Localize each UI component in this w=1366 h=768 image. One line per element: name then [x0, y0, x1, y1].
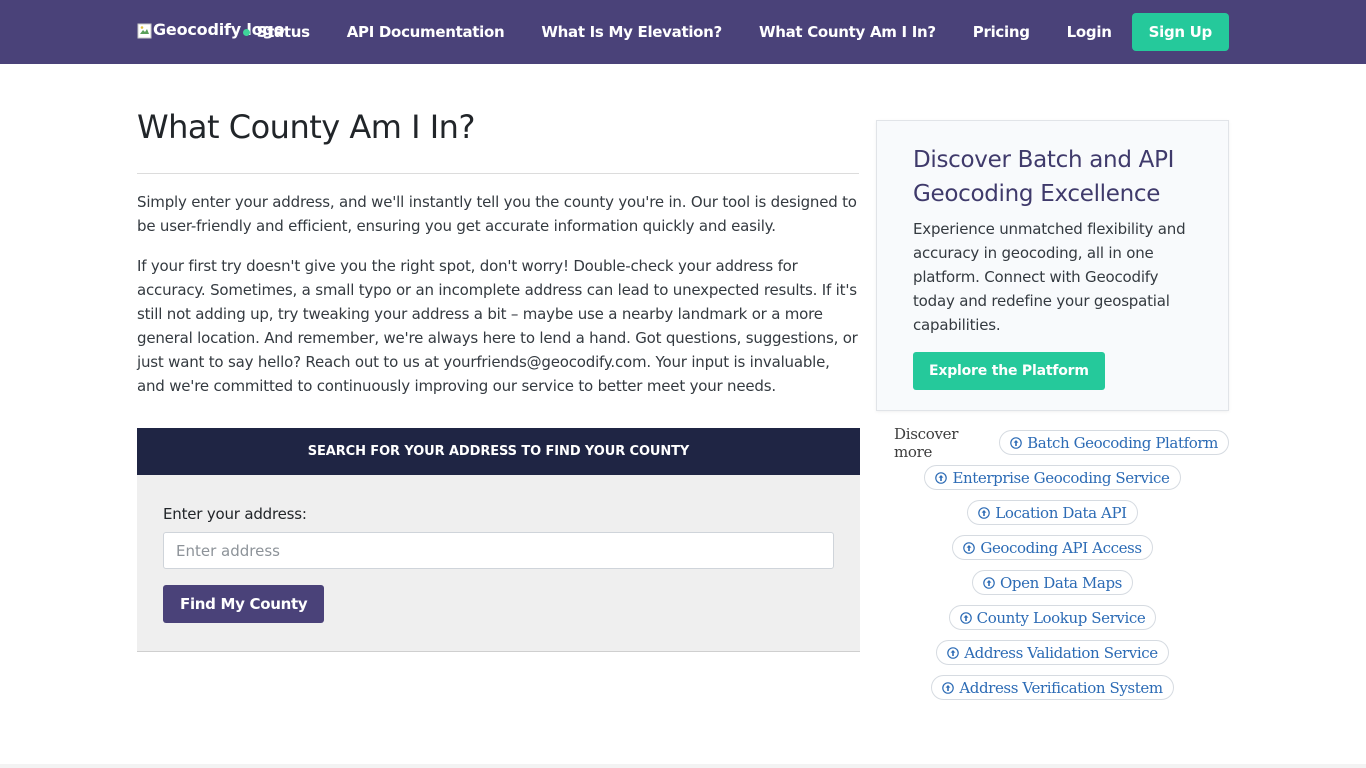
address-input[interactable]: [163, 532, 834, 569]
search-card-body: Enter your address: Find My County: [137, 475, 860, 651]
navbar: Geocodify logo Status API Documentation …: [0, 0, 1366, 64]
circle-arrow-up-icon: [959, 611, 972, 624]
discover-link-address-validation-service[interactable]: Address Validation Service: [936, 640, 1169, 665]
circle-arrow-up-icon: [947, 646, 960, 659]
discover-link-label: Address Validation Service: [964, 643, 1158, 662]
discover-link-batch-geocoding-platform[interactable]: Batch Geocoding Platform: [999, 430, 1229, 455]
discover-more-label: Discover more: [894, 424, 959, 461]
promo-title: Discover Batch and API Geocoding Excelle…: [913, 147, 1175, 207]
footer-divider: [0, 764, 1366, 768]
discover-link-label: Address Verification System: [959, 678, 1163, 697]
sign-up-button[interactable]: Sign Up: [1131, 13, 1229, 51]
search-card: SEARCH FOR YOUR ADDRESS TO FIND YOUR COU…: [137, 428, 860, 652]
circle-arrow-up-icon: [983, 576, 995, 589]
explore-platform-button[interactable]: Explore the Platform: [913, 352, 1105, 390]
discover-link-location-data-api[interactable]: Location Data API: [967, 500, 1138, 525]
discover-link-open-data-maps[interactable]: Open Data Maps: [972, 570, 1133, 595]
discover-link-label: Geocoding API Access: [980, 538, 1142, 557]
circle-arrow-up-icon: [963, 541, 976, 554]
discover-more-section: Discover more Batch Geocoding Platform E…: [876, 425, 1229, 710]
help-paragraph: If your first try doesn't give you the r…: [137, 257, 858, 395]
discover-row: Enterprise Geocoding Service: [876, 465, 1229, 490]
discover-link-county-lookup-service[interactable]: County Lookup Service: [948, 605, 1157, 630]
discover-link-address-verification-system[interactable]: Address Verification System: [931, 675, 1174, 700]
discover-row: County Lookup Service: [876, 605, 1229, 630]
address-label: Enter your address:: [163, 505, 307, 523]
circle-arrow-up-icon: [935, 471, 948, 484]
page-title: What County Am I In?: [137, 108, 475, 146]
circle-arrow-up-icon: [978, 506, 991, 519]
discover-row: Discover more Batch Geocoding Platform: [876, 425, 1229, 461]
discover-link-label: Open Data Maps: [1000, 573, 1122, 592]
discover-link-enterprise-geocoding-service[interactable]: Enterprise Geocoding Service: [924, 465, 1181, 490]
promo-card: Discover Batch and API Geocoding Excelle…: [876, 120, 1229, 411]
nav-link-api-documentation[interactable]: API Documentation: [347, 23, 505, 41]
title-divider: [137, 173, 859, 174]
discover-link-label: Location Data API: [995, 503, 1127, 522]
nav-link-pricing[interactable]: Pricing: [973, 23, 1030, 41]
discover-link-label: Enterprise Geocoding Service: [952, 468, 1170, 487]
circle-arrow-up-icon: [1010, 436, 1022, 449]
intro-paragraph: Simply enter your address, and we'll ins…: [137, 193, 857, 235]
discover-link-geocoding-api-access[interactable]: Geocoding API Access: [952, 535, 1153, 560]
discover-row: Location Data API: [876, 500, 1229, 525]
main-content: What County Am I In? Simply enter your a…: [137, 64, 860, 398]
status-dot-icon: [242, 28, 250, 36]
nav-link-what-is-my-elevation[interactable]: What Is My Elevation?: [541, 23, 722, 41]
broken-image-icon: [137, 23, 153, 39]
nav-link-what-county-am-i-in[interactable]: What County Am I In?: [759, 23, 936, 41]
nav-link-status[interactable]: Status: [242, 23, 310, 41]
nav-link-label: Status: [256, 23, 310, 41]
nav-links: Status API Documentation What Is My Elev…: [242, 13, 1229, 51]
discover-link-label: County Lookup Service: [976, 608, 1146, 627]
nav-link-login[interactable]: Login: [1067, 23, 1112, 41]
discover-row: Open Data Maps: [876, 570, 1229, 595]
circle-arrow-up-icon: [942, 681, 955, 694]
discover-row: Geocoding API Access: [876, 535, 1229, 560]
search-card-header: SEARCH FOR YOUR ADDRESS TO FIND YOUR COU…: [137, 428, 860, 475]
discover-row: Address Validation Service: [876, 640, 1229, 665]
discover-row: Address Verification System: [876, 675, 1229, 700]
promo-text: Experience unmatched flexibility and acc…: [913, 220, 1186, 334]
find-my-county-button[interactable]: Find My County: [163, 585, 325, 623]
discover-link-label: Batch Geocoding Platform: [1027, 433, 1218, 452]
